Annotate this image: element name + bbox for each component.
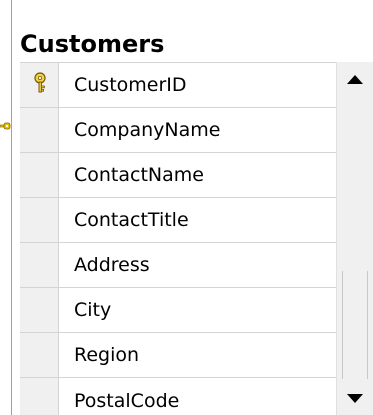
column-name: CustomerID (74, 74, 187, 96)
diagram-canvas: Customers CustomerID CompanyName Contact… (0, 0, 373, 415)
column-name: Address (74, 254, 150, 276)
row-selector[interactable] (20, 153, 59, 197)
row-selector[interactable] (20, 198, 59, 242)
column-row[interactable]: Address (20, 243, 336, 288)
column-row[interactable]: PostalCode (20, 378, 336, 415)
vertical-scrollbar[interactable] (336, 62, 373, 415)
scroll-up-button[interactable] (337, 62, 373, 96)
column-row[interactable]: ContactName (20, 153, 336, 198)
column-grid: CustomerID CompanyName ContactName Conta… (20, 62, 336, 415)
column-name: Region (74, 344, 140, 366)
scroll-down-button[interactable] (337, 381, 373, 415)
table-frame-border (11, 0, 12, 415)
column-row[interactable]: CompanyName (20, 108, 336, 153)
row-selector[interactable] (20, 63, 59, 107)
row-selector[interactable] (20, 378, 59, 415)
row-selector[interactable] (20, 288, 59, 332)
scroll-up-arrow-icon (347, 74, 363, 84)
column-row[interactable]: Region (20, 333, 336, 378)
relationship-key-icon[interactable] (0, 120, 12, 134)
scroll-track[interactable] (337, 96, 373, 381)
scroll-down-arrow-icon (347, 393, 363, 403)
column-name: ContactTitle (74, 209, 189, 231)
column-row[interactable]: ContactTitle (20, 198, 336, 243)
column-row[interactable]: CustomerID (20, 63, 336, 108)
row-selector[interactable] (20, 333, 59, 377)
column-name: CompanyName (74, 119, 221, 141)
primary-key-icon (34, 72, 46, 93)
row-selector[interactable] (20, 108, 59, 152)
column-row[interactable]: City (20, 288, 336, 333)
scroll-thumb[interactable] (342, 271, 368, 379)
column-name: ContactName (74, 164, 204, 186)
column-name: City (74, 299, 112, 321)
row-selector[interactable] (20, 243, 59, 287)
table-title[interactable]: Customers (20, 30, 164, 58)
column-name: PostalCode (74, 389, 180, 412)
